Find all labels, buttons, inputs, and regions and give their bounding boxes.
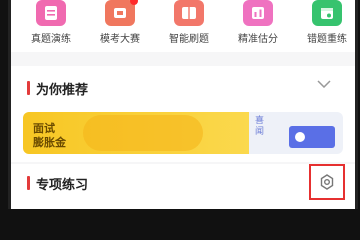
- paper-icon: [36, 0, 66, 26]
- promo-banner[interactable]: 面试 膨胀金 喜 闻: [23, 112, 343, 154]
- device-bezel-left: [0, 0, 8, 209]
- section-title-special: 专项练习: [36, 178, 89, 193]
- notification-badge: [130, 0, 138, 5]
- banner-text-line2: 膨胀金: [33, 136, 66, 149]
- quick-action-mock-contest[interactable]: 模考大赛: [85, 0, 155, 45]
- quick-action-label: 模考大赛: [100, 34, 140, 45]
- app-screen: 真题演练 模考大赛 智能刷题 精准估分 错题重练 为你推荐 面试 膨胀金 喜 闻…: [8, 0, 358, 209]
- chevron-down-icon[interactable]: [317, 80, 331, 88]
- quick-action-label: 精准估分: [238, 34, 278, 45]
- quick-actions-row: 真题演练 模考大赛 智能刷题 精准估分 错题重练: [11, 0, 355, 70]
- radio-illustration: [289, 126, 335, 148]
- settings-button[interactable]: [309, 164, 345, 200]
- recommend-section: 为你推荐 面试 膨胀金 喜 闻: [11, 66, 355, 162]
- trophy-icon: [105, 0, 138, 26]
- banner-interview-bonus: 面试 膨胀金: [23, 112, 249, 154]
- quick-action-smart-practice[interactable]: 智能刷题: [154, 0, 224, 45]
- quick-action-label: 真题演练: [31, 34, 71, 45]
- section-accent-bar: [27, 81, 30, 95]
- banner-decoration: [83, 115, 203, 151]
- banner-news-text: 喜 闻: [255, 116, 265, 137]
- section-title-recommend: 为你推荐: [36, 83, 89, 98]
- score-icon: [243, 0, 273, 26]
- quick-action-past-exams[interactable]: 真题演练: [16, 0, 86, 45]
- section-accent-bar: [27, 176, 30, 190]
- special-practice-section: 专项练习: [11, 164, 355, 209]
- quick-action-label: 错题重练: [307, 34, 347, 45]
- quick-action-mistake-review[interactable]: 错题重练: [292, 0, 355, 45]
- gear-icon: [320, 174, 334, 190]
- banner-news: 喜 闻: [249, 112, 343, 154]
- quick-action-label: 智能刷题: [169, 34, 209, 45]
- calendar-icon: [312, 0, 342, 26]
- quick-action-score-estimate[interactable]: 精准估分: [223, 0, 293, 45]
- carousel-indicator: [175, 55, 195, 70]
- book-icon: [174, 0, 204, 26]
